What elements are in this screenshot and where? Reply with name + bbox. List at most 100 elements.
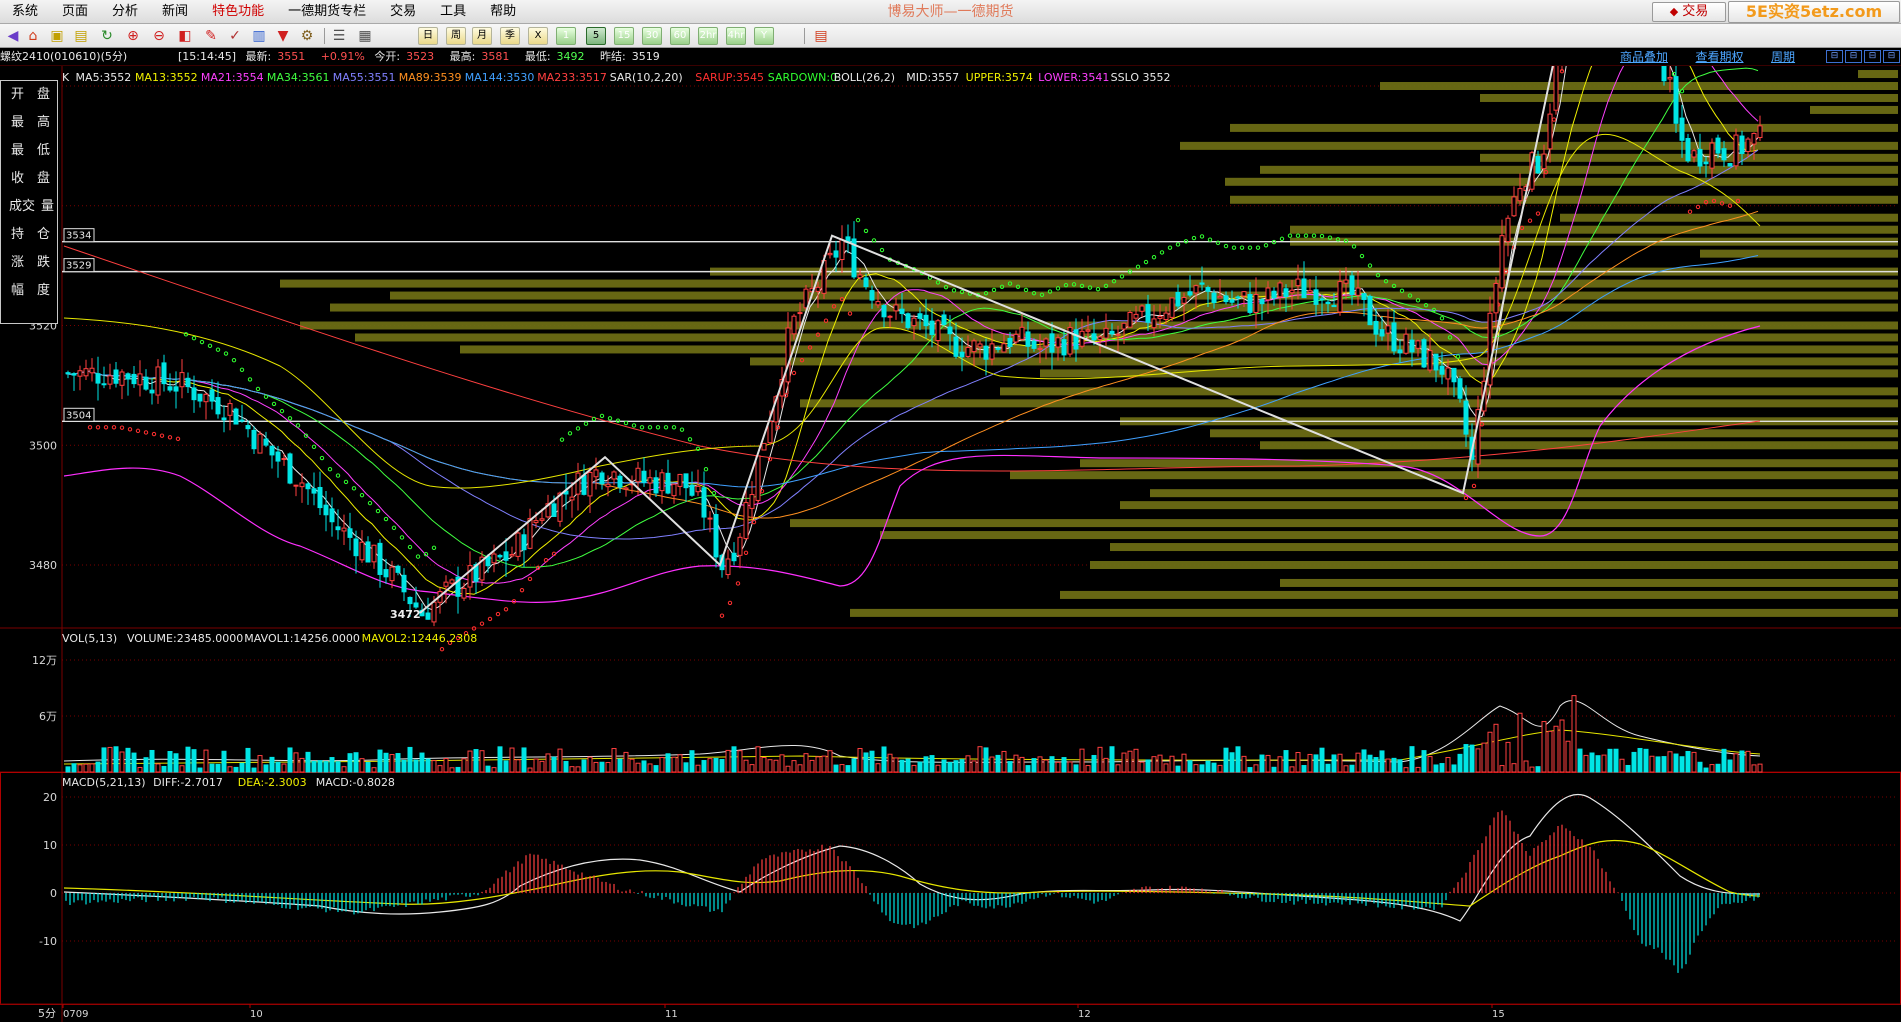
x-axis-label: 12 (1078, 1009, 1091, 1020)
draw-line-icon[interactable]: ✎ (202, 27, 220, 45)
zoom-out-icon[interactable]: ⊖ (150, 27, 168, 45)
price-box-row: 持仓 (1, 221, 57, 249)
settings-icon[interactable]: ⚙ (298, 27, 316, 45)
volume-bar (1751, 764, 1757, 773)
volume-bar (965, 755, 971, 773)
tick-icon[interactable]: ✓ (226, 27, 244, 45)
layout-1-icon[interactable]: ⊟ (1826, 50, 1843, 63)
menu-item[interactable]: 帮助 (478, 0, 528, 24)
candle-body (515, 532, 521, 557)
volume-bar (695, 764, 701, 773)
sar-dot (127, 427, 133, 432)
volume-profile-bar (790, 519, 1898, 528)
link-options[interactable]: 查看期权 (1696, 50, 1744, 64)
sar-dot (287, 416, 293, 421)
candle-body (1097, 336, 1103, 340)
volume-bar (119, 751, 125, 773)
volume-bar (293, 752, 299, 773)
volume-profile-bar (1480, 93, 1898, 102)
menu-item[interactable]: 页面 (50, 0, 100, 24)
grid-icon[interactable]: ▦ (356, 27, 374, 45)
period-button[interactable]: 2hr (698, 27, 718, 45)
price-box-key: 收 (11, 171, 25, 186)
candle-body (383, 569, 389, 578)
volume-profile-bar (1120, 501, 1898, 510)
filter-icon[interactable]: ▼ (274, 27, 292, 45)
sar-dot (191, 335, 197, 341)
zoom-in-icon[interactable]: ⊕ (124, 27, 142, 45)
volume-bar (881, 746, 887, 773)
period-button[interactable]: 30 (642, 27, 662, 45)
volume-bar (1655, 756, 1661, 773)
volume-bar (1223, 747, 1229, 773)
period-button[interactable]: X (528, 27, 548, 45)
window-icon[interactable]: ◧ (176, 27, 194, 45)
sar-dot (1207, 237, 1213, 242)
menu-item[interactable]: 系统 (0, 0, 50, 24)
volume-bar (851, 758, 857, 773)
link-overlay[interactable]: 商品叠加 (1620, 50, 1668, 64)
volume-bar (1733, 753, 1739, 773)
period-button[interactable]: 5 (586, 27, 606, 45)
kline-chart[interactable]: 3575353435293504 35603540352035003480358… (0, 66, 1901, 1022)
volume-bar (1289, 766, 1295, 773)
candle-body (1265, 287, 1271, 301)
candle-body (245, 425, 251, 430)
menu-item[interactable]: 工具 (428, 0, 478, 24)
menu-item[interactable]: 一德期货专栏 (276, 0, 378, 24)
link-period[interactable]: 周期 (1771, 50, 1795, 64)
volume-bar (341, 766, 347, 773)
period-button[interactable]: 月 (472, 27, 492, 45)
sar-dot (367, 500, 373, 506)
layout-3-icon[interactable]: ⊟ (1864, 50, 1881, 63)
menu-item[interactable]: 新闻 (150, 0, 200, 24)
layout-4-icon[interactable]: ⊟ (1883, 50, 1900, 63)
sar-dot (215, 347, 221, 352)
volume-bar (1673, 753, 1679, 773)
period-button[interactable]: 4hr (726, 27, 746, 45)
calendar-icon[interactable]: ▤ (812, 27, 830, 45)
volume-bar (1511, 763, 1517, 773)
list-icon[interactable]: ☰ (330, 27, 348, 45)
period-button[interactable]: 60 (670, 27, 690, 45)
home-icon[interactable]: ⌂ (24, 27, 42, 45)
period-button[interactable]: Y (754, 27, 774, 45)
right-links: 商品叠加 查看期权 周期 (1620, 48, 1819, 67)
sar-dot (391, 525, 397, 531)
refresh-icon[interactable]: ↻ (98, 27, 116, 45)
sar-dot (703, 467, 709, 472)
candle-body (155, 366, 161, 396)
file-icon[interactable]: ▤ (72, 27, 90, 45)
sar-dot (607, 416, 613, 421)
period-button[interactable]: 15 (614, 27, 634, 45)
menu-item[interactable]: 分析 (100, 0, 150, 24)
price-box-key: 高 (37, 115, 51, 130)
candle-body (209, 389, 215, 402)
volume-bar (95, 761, 101, 773)
chart-icon[interactable]: ▥ (250, 27, 268, 45)
menu-item[interactable]: 特色功能 (200, 0, 276, 24)
period-button[interactable]: 日 (418, 27, 438, 45)
volume-bar (335, 761, 341, 773)
back-icon[interactable]: ◀ (4, 27, 22, 45)
candle-body (911, 317, 917, 327)
layout-2-icon[interactable]: ⊟ (1845, 50, 1862, 63)
volume-bar (1475, 748, 1481, 773)
folder-icon[interactable]: ▣ (48, 27, 66, 45)
sar-dot (655, 425, 661, 430)
volume-bar (1181, 753, 1187, 773)
period-button[interactable]: 周 (446, 27, 466, 45)
open-price: 3523 (406, 50, 435, 63)
menu-item[interactable]: 交易 (378, 0, 428, 24)
sar-dot (1311, 233, 1317, 238)
trade-button[interactable]: ◆ 交易 (1652, 2, 1726, 22)
candle-body (1463, 400, 1469, 435)
volume-bar (1055, 761, 1061, 773)
volume-bar (887, 753, 893, 773)
sar-dot (327, 467, 333, 472)
period-button[interactable]: 季 (500, 27, 520, 45)
sar-dot (1151, 255, 1157, 260)
prev-settle: 3519 (631, 50, 660, 63)
period-button[interactable]: 1 (556, 27, 576, 45)
volume-bar (731, 746, 737, 773)
